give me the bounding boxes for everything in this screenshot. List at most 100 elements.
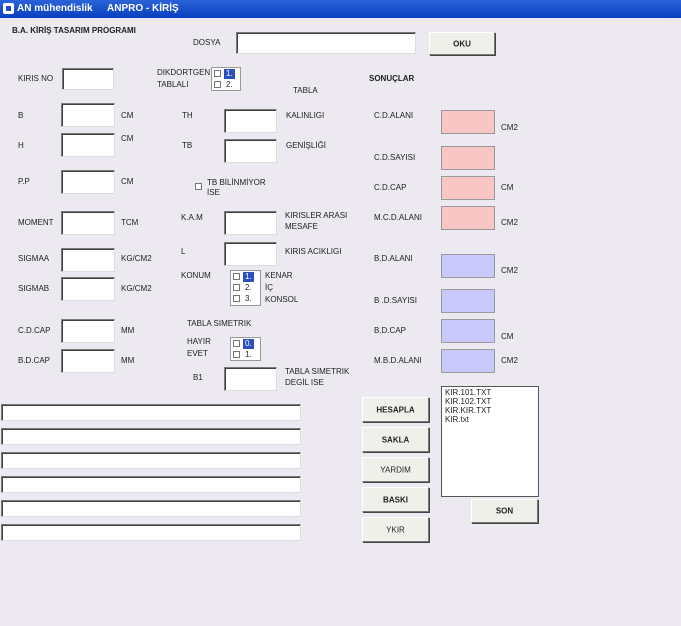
h-input[interactable] [61, 133, 115, 157]
b-input[interactable] [61, 103, 115, 127]
bd-cap-input[interactable] [61, 349, 115, 373]
pp-unit: CM [121, 177, 134, 186]
bd-cap-output [441, 319, 495, 343]
list-item[interactable]: KIR.102.TXT [442, 397, 538, 406]
ise-label: İSE [207, 188, 220, 197]
shape-options[interactable]: 1. 2. [211, 67, 241, 91]
l-label: L [181, 247, 186, 256]
ic-label: İÇ [265, 283, 273, 292]
moment-input[interactable] [61, 211, 115, 235]
mbd-alani-label: M.B.D.ALANI [374, 356, 422, 365]
tb-bilinmiyor-checkbox[interactable] [195, 183, 202, 190]
b1-label: B1 [193, 373, 203, 382]
mcd-alani-unit: CM2 [501, 218, 518, 227]
kiris-no-label: KIRIS NO [18, 74, 54, 83]
cd-cap-unit: MM [121, 326, 135, 335]
sigmab-input[interactable] [61, 277, 115, 301]
cd-cap-input[interactable] [61, 319, 115, 343]
bd-alani-label: B.D.ALANI [374, 254, 413, 263]
cd-cap-result-unit: CM [501, 183, 514, 192]
checkbox-icon [214, 81, 221, 88]
sigmab-label: SIGMAB [18, 284, 50, 293]
mbd-alani-output [441, 349, 495, 373]
cd-alani-label: C.D.ALANI [374, 111, 414, 120]
output-line-1[interactable] [1, 404, 301, 421]
window-title: ANPRO - KİRİŞ [107, 3, 179, 14]
tb-bilinmiyor-label: TB BİLİNMİYOR [207, 178, 266, 187]
kirisler-arasi-label: KIRISLER ARASI [285, 211, 348, 220]
konum-options[interactable]: 1. 2. 3. [230, 270, 261, 306]
moment-label: MOMENT [18, 218, 54, 227]
shape-option-1[interactable]: 1. [214, 69, 240, 79]
output-line-4[interactable] [1, 476, 301, 493]
program-title: B.A. KİRİŞ TASARIM PROGRAMI [12, 26, 136, 35]
tabla-simetrik-label: TABLA SIMETRIK [187, 319, 252, 328]
konum-option-3[interactable]: 3. [233, 294, 259, 304]
sakla-button[interactable]: SAKLA [362, 427, 429, 452]
baski-button[interactable]: BASKI [362, 487, 429, 512]
kam-input[interactable] [224, 211, 277, 235]
konum-option-1[interactable]: 1. [233, 272, 259, 282]
sigmaa-label: SIGMAA [18, 254, 50, 263]
kiris-no-input[interactable] [62, 68, 114, 90]
tabla-simetrik-degil-label: TABLA SIMETRIK [285, 367, 350, 376]
cd-alani-output [441, 110, 495, 134]
konum-option-2[interactable]: 2. [233, 283, 259, 293]
cd-cap-output [441, 176, 495, 200]
tb-label: TB [182, 141, 193, 150]
output-line-5[interactable] [1, 500, 301, 517]
tb-input[interactable] [224, 139, 277, 163]
output-line-2[interactable] [1, 428, 301, 445]
h-label: H [18, 141, 24, 150]
son-button[interactable]: SON [471, 499, 538, 523]
output-line-6[interactable] [1, 524, 301, 541]
bd-alani-unit: CM2 [501, 266, 518, 275]
b-unit: CM [121, 111, 134, 120]
mcd-alani-label: M.C.D.ALANI [374, 213, 423, 222]
hesapla-button[interactable]: HESAPLA [362, 397, 429, 422]
bd-sayisi-label: B .D.SAYISI [374, 296, 417, 305]
app-name: AN mühendislik [17, 3, 93, 14]
cd-sayisi-label: C.D.SAYISI [374, 153, 416, 162]
dosya-label: DOSYA [193, 38, 221, 47]
cd-sayisi-output [441, 146, 495, 170]
list-item[interactable]: KIR.KIR.TXT [442, 406, 538, 415]
l-input[interactable] [224, 242, 277, 266]
pp-input[interactable] [61, 170, 115, 194]
konum-label: KONUM [181, 271, 211, 280]
b-label: B [18, 111, 24, 120]
bd-alani-output [441, 254, 495, 278]
mesafe-label: MESAFE [285, 222, 318, 231]
bd-cap-result-unit: CM [501, 332, 514, 341]
sym-option-1[interactable]: 1. [233, 350, 259, 360]
output-line-3[interactable] [1, 452, 301, 469]
genisligi-label: GENİŞLİĞİ [286, 141, 327, 150]
h-unit: CM [121, 134, 134, 143]
checkbox-icon [233, 340, 240, 347]
cd-cap-label: C.D.CAP [18, 326, 51, 335]
mcd-alani-output [441, 206, 495, 230]
list-item[interactable]: KIR.txt [442, 415, 538, 424]
evet-label: EVET [187, 349, 208, 358]
pp-label: P.P [18, 177, 30, 186]
symmetry-options[interactable]: 0. 1. [230, 337, 261, 361]
bd-cap-label: B.D.CAP [18, 356, 51, 365]
bd-sayisi-output [441, 289, 495, 313]
kam-label: K.A.M [181, 213, 203, 222]
oku-button[interactable]: OKU [429, 32, 495, 55]
title-bar: AN mühendislik ANPRO - KİRİŞ [0, 0, 681, 18]
dosya-input[interactable] [236, 32, 416, 54]
b1-input[interactable] [224, 367, 277, 391]
moment-unit: TCM [121, 218, 139, 227]
sigmaa-input[interactable] [61, 248, 115, 272]
sym-option-0[interactable]: 0. [233, 339, 259, 349]
list-item[interactable]: KIR.101.TXT [442, 388, 538, 397]
yardim-button[interactable]: YARDIM [362, 457, 429, 482]
th-input[interactable] [224, 109, 277, 133]
hayir-label: HAYIR [187, 337, 211, 346]
results-heading: SONUÇLAR [369, 74, 415, 83]
tabla-label: TABLA [293, 86, 318, 95]
shape-option-2[interactable]: 2. [214, 80, 240, 90]
file-list[interactable]: KIR.101.TXT KIR.102.TXT KIR.KIR.TXT KIR.… [441, 386, 539, 497]
ykir-button[interactable]: YKIR [362, 517, 429, 542]
